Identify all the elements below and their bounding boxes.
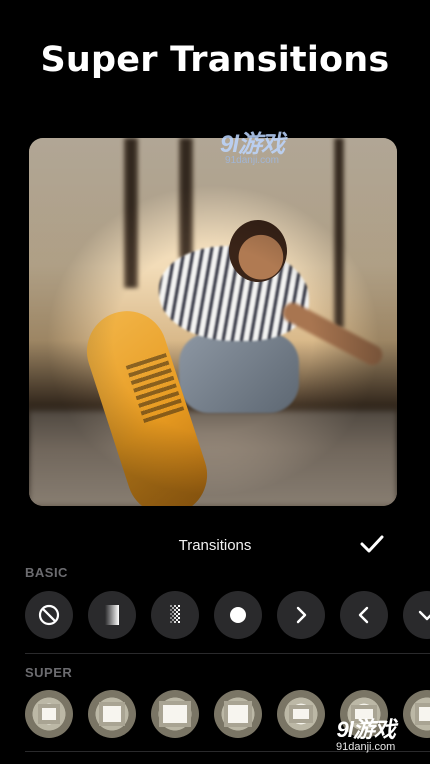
watermark-bottom: 9l游戏 91danji.com bbox=[336, 712, 396, 753]
section-divider bbox=[25, 653, 430, 654]
chevron-left-icon bbox=[358, 606, 369, 624]
zoom-blur-effect bbox=[29, 138, 397, 506]
transition-none-button[interactable] bbox=[25, 591, 73, 639]
checkmark-icon bbox=[360, 535, 384, 553]
video-preview[interactable] bbox=[29, 138, 397, 506]
chevron-right-icon bbox=[296, 606, 307, 624]
circle-icon bbox=[230, 607, 246, 623]
transition-slide-right-button[interactable] bbox=[277, 591, 325, 639]
zoom-blur-thumbnail bbox=[419, 707, 430, 721]
fade-gradient-icon bbox=[105, 605, 119, 625]
watermark-url: 91danji.com bbox=[225, 155, 279, 166]
section-label-super: SUPER bbox=[25, 665, 73, 680]
super-transition-button[interactable] bbox=[88, 690, 136, 738]
page-headline: Super Transitions bbox=[40, 40, 390, 80]
chevron-down-icon bbox=[418, 610, 430, 621]
none-icon bbox=[38, 604, 60, 626]
transitions-panel-header: Transitions bbox=[0, 530, 430, 560]
super-transition-button[interactable] bbox=[403, 690, 430, 738]
confirm-button[interactable] bbox=[358, 530, 386, 558]
watermark-url: 91danji.com bbox=[336, 741, 396, 753]
super-transition-button[interactable] bbox=[214, 690, 262, 738]
dissolve-icon bbox=[170, 605, 180, 623]
basic-transitions-row bbox=[25, 591, 430, 639]
watermark-top: 9l游戏 91danji.com bbox=[220, 124, 285, 166]
zoom-blur-thumbnail bbox=[293, 709, 309, 719]
zoom-blur-thumbnail bbox=[163, 705, 187, 723]
super-transition-button[interactable] bbox=[151, 690, 199, 738]
watermark-logo: 9l游戏 bbox=[336, 717, 395, 742]
transition-slide-down-button[interactable] bbox=[403, 591, 430, 639]
transition-slide-left-button[interactable] bbox=[340, 591, 388, 639]
zoom-blur-thumbnail bbox=[42, 708, 56, 720]
watermark-logo: 9l游戏 bbox=[220, 131, 285, 158]
section-label-basic: BASIC bbox=[25, 565, 68, 580]
transition-circle-button[interactable] bbox=[214, 591, 262, 639]
zoom-blur-thumbnail bbox=[103, 706, 121, 722]
transition-dissolve-button[interactable] bbox=[151, 591, 199, 639]
zoom-blur-thumbnail bbox=[228, 705, 248, 723]
super-transition-button[interactable] bbox=[277, 690, 325, 738]
super-transition-button[interactable] bbox=[25, 690, 73, 738]
transition-fade-button[interactable] bbox=[88, 591, 136, 639]
